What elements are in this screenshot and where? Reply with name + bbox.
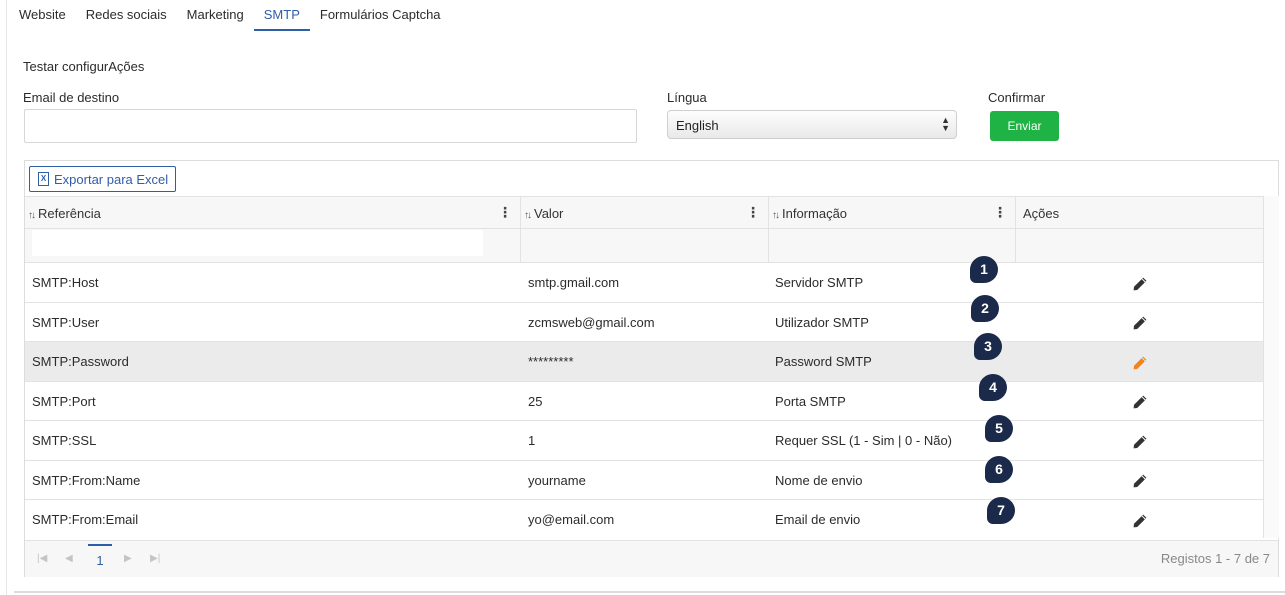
annotation-badge: 6: [985, 456, 1013, 483]
cell-reference: SMTP:Password: [32, 354, 129, 369]
next-page-icon[interactable]: ▶: [124, 553, 132, 564]
cell-reference: SMTP:SSL: [32, 433, 97, 448]
table-row[interactable]: SMTP:User zcmsweb@gmail.com Utilizador S…: [25, 302, 1263, 342]
send-button[interactable]: Enviar: [990, 111, 1059, 141]
confirm-label: Confirmar: [988, 90, 1046, 105]
tab-smtp[interactable]: SMTP: [253, 0, 310, 31]
page-number-button[interactable]: 1: [88, 544, 112, 574]
pencil-icon: [1133, 395, 1147, 409]
sort-icon: ↑↓: [772, 210, 780, 221]
column-header-label: Informação: [782, 206, 848, 221]
edit-button[interactable]: [1130, 500, 1150, 539]
edit-button[interactable]: [1130, 461, 1150, 500]
pencil-icon: [1133, 514, 1147, 527]
pager: |◀ ◀ 1 ▶ ▶| Registos 1 - 7 de 7: [25, 540, 1278, 577]
language-selected-value: English: [676, 118, 719, 133]
column-menu-icon[interactable]: ⋮: [993, 204, 1007, 220]
column-header-reference[interactable]: ↑↓ Referência ⋮: [25, 197, 521, 228]
cell-value: zcmsweb@gmail.com: [528, 314, 655, 330]
table-row[interactable]: SMTP:Password ********* Password SMTP: [25, 342, 1263, 382]
language-select[interactable]: English ▲ ▼: [667, 110, 957, 139]
cell-reference: SMTP:Host: [32, 275, 99, 290]
cell-information: Email de envio: [775, 512, 861, 527]
table-row[interactable]: SMTP:From:Name yourname Nome de envio: [25, 460, 1263, 500]
edit-button[interactable]: [1130, 382, 1150, 421]
sort-icon: ↑↓: [28, 210, 36, 221]
table-row[interactable]: SMTP:Port 25 Porta SMTP: [25, 381, 1263, 421]
pencil-icon: [1133, 356, 1147, 369]
reference-filter-input[interactable]: [32, 230, 483, 256]
cell-value: yourname: [528, 472, 586, 488]
cell-reference: SMTP:From:Name: [32, 472, 141, 488]
cell-value: smtp.gmail.com: [528, 275, 620, 290]
filter-row: [25, 229, 1263, 263]
prev-page-icon[interactable]: ◀: [65, 553, 73, 564]
filter-cell-reference: [25, 229, 521, 262]
table-row[interactable]: SMTP:SSL 1 Requer SSL (1 - Sim | 0 - Não…: [25, 421, 1263, 461]
edit-button[interactable]: [1130, 342, 1150, 381]
cell-value: 1: [528, 433, 536, 448]
cell-information: Servidor SMTP: [775, 275, 864, 290]
cell-information: Porta SMTP: [775, 393, 846, 409]
settings-grid: X Exportar para Excel ↑↓ Referência ⋮ ↑↓ V…: [24, 160, 1279, 577]
export-excel-button[interactable]: X Exportar para Excel: [29, 166, 177, 192]
cell-reference: SMTP:User: [32, 314, 100, 330]
export-excel-label: Exportar para Excel: [54, 171, 169, 187]
table-row[interactable]: SMTP:From:Email yo@email.com Email de en…: [25, 500, 1263, 540]
cell-value: yo@email.com: [528, 512, 615, 527]
column-header-information[interactable]: ↑↓ Informação ⋮: [769, 197, 1016, 228]
pencil-icon: [1133, 474, 1147, 488]
left-border: [6, 0, 7, 595]
edit-button[interactable]: [1130, 263, 1150, 302]
column-menu-icon[interactable]: ⋮: [746, 204, 760, 220]
column-header-label: Referência: [38, 206, 101, 221]
annotation-badge: 1: [970, 256, 998, 283]
annotation-badge: 3: [974, 333, 1002, 360]
bottom-divider: [14, 591, 1285, 593]
tab-captcha-forms[interactable]: Formulários Captcha: [310, 0, 451, 31]
language-label: Língua: [667, 90, 707, 105]
pencil-icon: [1133, 435, 1147, 448]
cell-reference: SMTP:From:Email: [32, 512, 139, 527]
column-header-label: Ações: [1023, 206, 1060, 221]
sort-icon: ↑↓: [524, 210, 532, 221]
column-header-actions: Ações: [1016, 197, 1263, 228]
email-field[interactable]: [24, 109, 637, 143]
edit-button[interactable]: [1130, 421, 1150, 460]
pencil-icon: [1133, 316, 1147, 330]
cell-information: Password SMTP: [775, 354, 872, 369]
cell-value: 25: [528, 393, 543, 409]
column-header-value[interactable]: ↑↓ Valor ⋮: [521, 197, 769, 228]
email-label: Email de destino: [23, 90, 120, 105]
tab-marketing[interactable]: Marketing: [177, 0, 254, 31]
column-header-label: Valor: [534, 206, 564, 221]
select-arrows-icon: ▲ ▼: [941, 115, 950, 133]
records-summary: Registos 1 - 7 de 7: [1160, 551, 1270, 566]
section-title: Testar configurAções: [23, 59, 145, 74]
table-row[interactable]: SMTP:Host smtp.gmail.com Servidor SMTP: [25, 263, 1263, 303]
tab-website[interactable]: Website: [9, 0, 76, 31]
excel-file-icon: X: [38, 172, 49, 186]
cell-reference: SMTP:Port: [32, 393, 96, 409]
filter-cell-value[interactable]: [521, 229, 769, 262]
annotation-badge: 2: [971, 295, 999, 322]
last-page-icon[interactable]: ▶|: [150, 553, 160, 564]
grid-header: ↑↓ Referência ⋮ ↑↓ Valor ⋮ ↑↓ Informação ⋮ …: [25, 196, 1263, 229]
vertical-scrollbar[interactable]: [1263, 196, 1279, 538]
annotation-badge: 4: [979, 374, 1007, 401]
first-page-icon[interactable]: |◀: [37, 553, 47, 564]
cell-information: Requer SSL (1 - Sim | 0 - Não): [775, 433, 953, 448]
annotation-badge: 7: [987, 497, 1015, 524]
cell-information: Nome de envio: [775, 472, 863, 488]
edit-button[interactable]: [1130, 303, 1150, 342]
cell-information: Utilizador SMTP: [775, 314, 869, 330]
pencil-icon: [1133, 277, 1147, 290]
tab-bar: Website Redes sociais Marketing SMTP For…: [9, 0, 451, 31]
filter-cell-actions: [1016, 229, 1263, 262]
annotation-badge: 5: [985, 415, 1013, 442]
cell-value: *********: [528, 354, 574, 369]
tab-social-networks[interactable]: Redes sociais: [76, 0, 177, 31]
grid-rows: SMTP:Host smtp.gmail.com Servidor SMTP S…: [25, 263, 1263, 540]
column-menu-icon[interactable]: ⋮: [498, 204, 512, 220]
